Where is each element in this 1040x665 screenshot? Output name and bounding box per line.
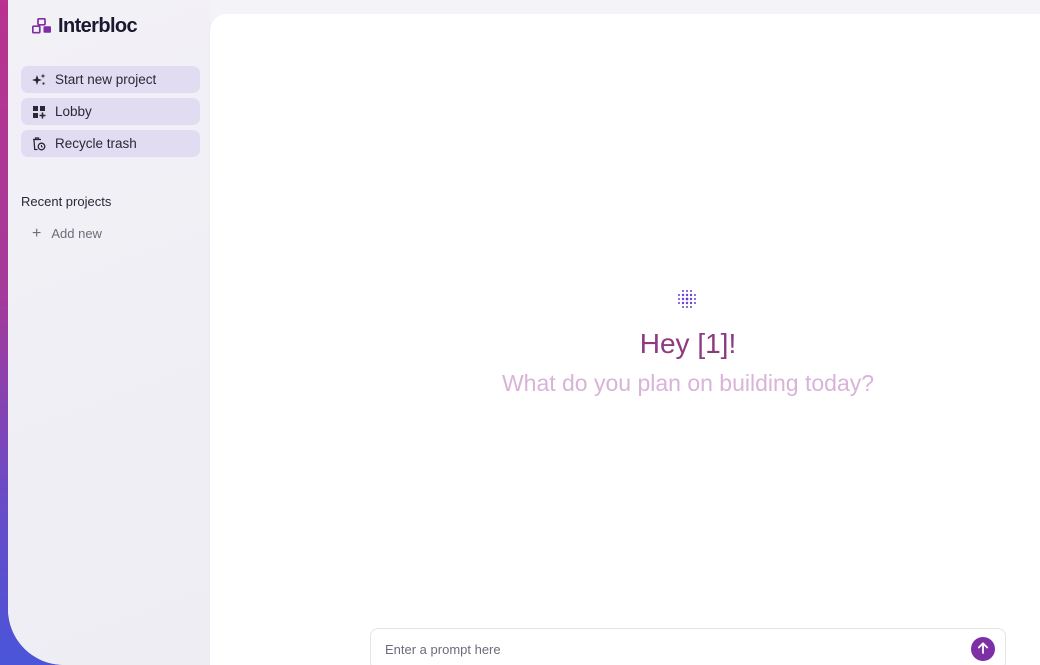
brand-name: Interbloc [58,14,138,37]
blocks-logo-icon [31,17,52,34]
greeting-heading: Hey [1]! [639,328,737,359]
arrow-up-icon [976,641,990,658]
dot-grid-icon [676,288,698,310]
recent-projects-heading: Recent projects [21,194,112,209]
nav-label-recycle-trash: Recycle trash [55,136,137,151]
add-new-project-link[interactable]: + Add new [32,224,102,242]
send-button[interactable] [971,637,995,661]
recycle-trash-button[interactable]: Recycle trash [21,130,200,157]
nav-label-lobby: Lobby [55,104,92,119]
app-window: Interbloc Start new project Lobby Recycl… [8,0,1040,665]
lobby-button[interactable]: Lobby [21,98,200,125]
nav-label-start-new-project: Start new project [55,72,157,87]
sidebar: Interbloc Start new project Lobby Recycl… [8,0,210,665]
grid-icon [32,105,46,119]
brand-logo[interactable]: Interbloc [31,14,138,38]
main-panel: Hey [1]! What do you plan on building to… [210,14,1040,665]
prompt-bar [370,628,1006,665]
greeting-subtitle: What do you plan on building today? [501,370,875,396]
start-new-project-button[interactable]: Start new project [21,66,200,93]
trash-restore-icon [32,136,46,151]
prompt-input[interactable] [385,641,945,657]
sparkles-icon [32,73,46,87]
plus-icon: + [32,224,42,242]
add-new-label: Add new [51,226,102,241]
